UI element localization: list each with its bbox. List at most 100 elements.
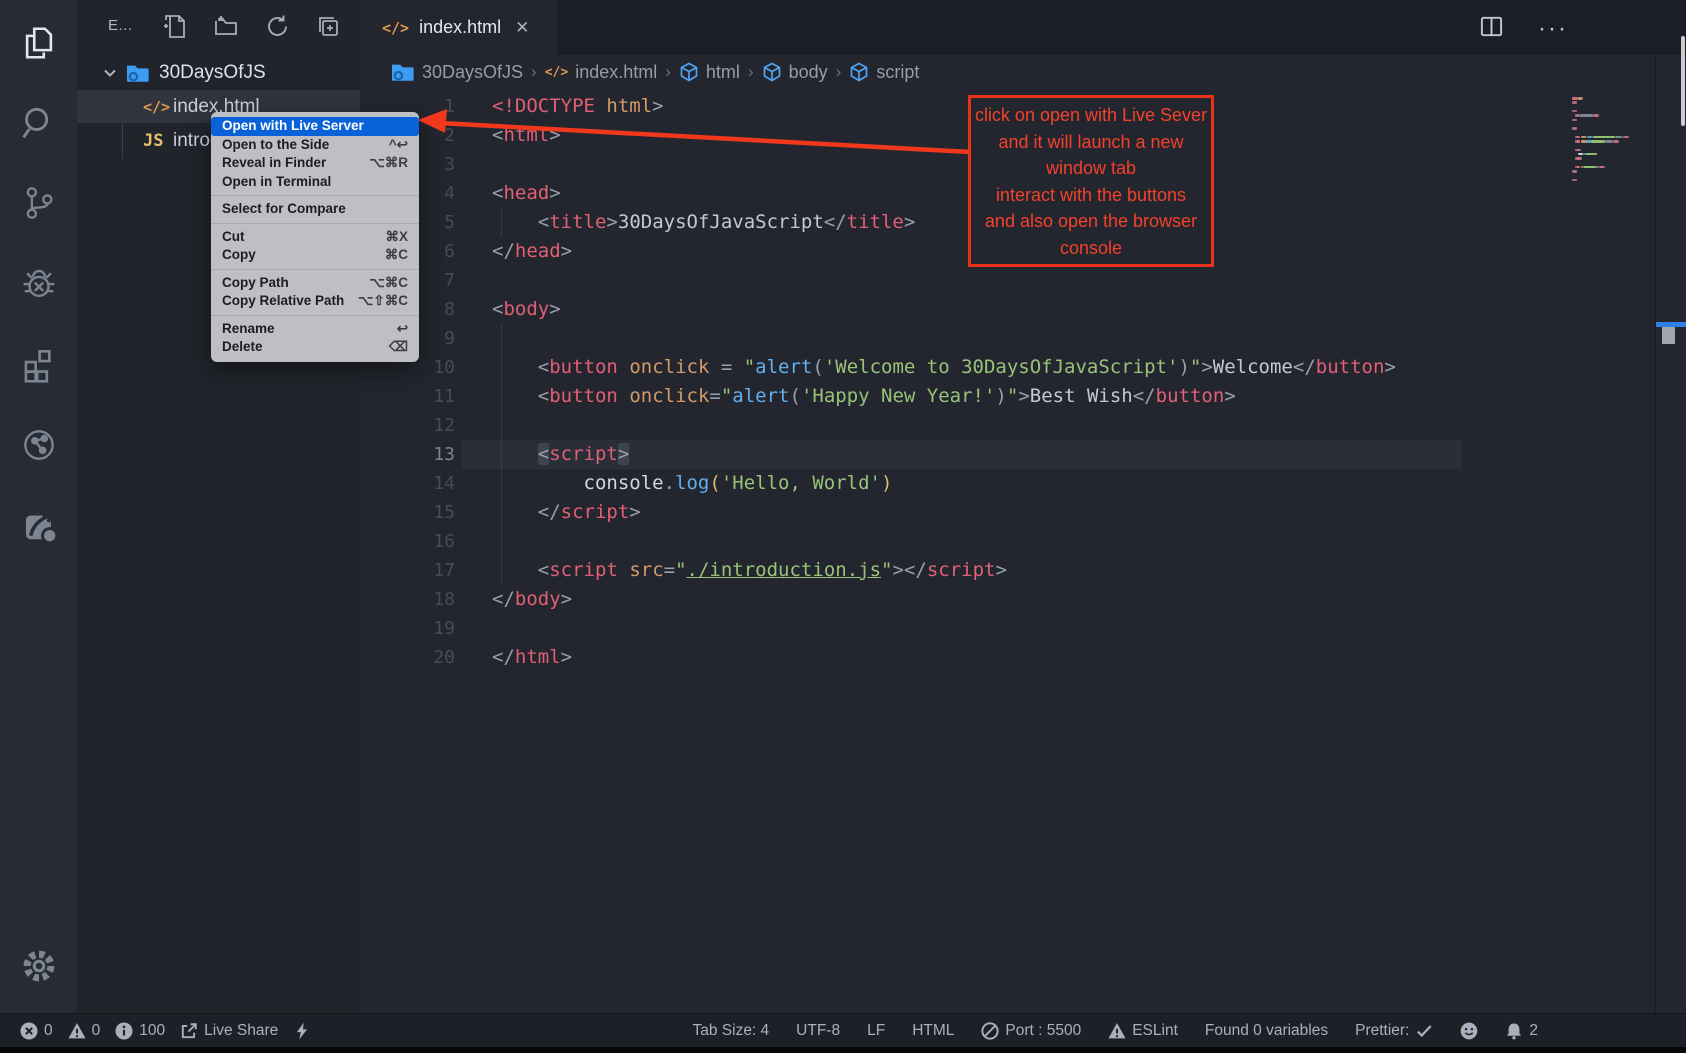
editor-line-13[interactable]: 13 <script>	[360, 440, 1686, 469]
chevron-down-icon	[101, 64, 119, 82]
status-item-0[interactable]: 0	[68, 1022, 101, 1040]
menu-item-rename[interactable]: Rename↩	[211, 320, 419, 339]
activity-bar	[0, 0, 77, 1013]
menu-item-shortcut: ⌘X	[385, 228, 408, 247]
code-text: <script>	[492, 440, 629, 469]
breadcrumb-item-script[interactable]: script	[849, 62, 919, 83]
tree-root-folder[interactable]: 30DaysOfJS	[77, 56, 360, 89]
symbol-icon	[762, 62, 782, 82]
editor-line-10[interactable]: 10 <button onclick = "alert('Welcome to …	[360, 353, 1686, 382]
publish-icon[interactable]	[0, 490, 77, 560]
source-control-icon[interactable]	[0, 168, 77, 238]
menu-item-reveal-in-finder[interactable]: Reveal in Finder⌥⌘R	[211, 154, 419, 173]
breadcrumb-item-html[interactable]: html	[679, 62, 740, 83]
annotation-text: and also open the browser	[971, 208, 1211, 235]
minimap[interactable]	[1570, 97, 1658, 217]
status-item-0[interactable]: 0	[20, 1022, 53, 1040]
more-actions-icon[interactable]: ···	[1538, 19, 1568, 39]
menu-item-cut[interactable]: Cut⌘X	[211, 228, 419, 247]
code-text: <!DOCTYPE html>	[492, 92, 664, 121]
menu-item-open-in-terminal[interactable]: Open in Terminal	[211, 173, 419, 192]
search-icon[interactable]	[0, 88, 77, 158]
breadcrumb-label: body	[789, 62, 828, 83]
status-item-html[interactable]: HTML	[912, 1022, 954, 1040]
collapse-all-icon[interactable]	[315, 13, 342, 45]
breadcrumb-item-30DaysOfJS[interactable]: 30DaysOfJS	[390, 61, 523, 83]
code-text: <button onclick = "alert('Welcome to 30D…	[492, 353, 1396, 382]
new-folder-icon[interactable]	[213, 13, 240, 45]
status-item-smiley[interactable]	[1460, 1022, 1478, 1040]
status-item-lf[interactable]: LF	[867, 1022, 885, 1040]
breadcrumb-item-body[interactable]: body	[762, 62, 828, 83]
editor-line-11[interactable]: 11 <button onclick="alert('Happy New Yea…	[360, 382, 1686, 411]
menu-item-shortcut: ↩	[397, 320, 408, 339]
tab-label: index.html	[419, 17, 501, 38]
menu-item-select-for-compare[interactable]: Select for Compare	[211, 200, 419, 219]
menu-item-copy-path[interactable]: Copy Path⌥⌘C	[211, 274, 419, 293]
annotation-box: click on open with Live Severand it will…	[968, 95, 1214, 267]
explorer-icon[interactable]	[0, 8, 77, 78]
extensions-icon[interactable]	[0, 330, 77, 400]
menu-item-shortcut: ⌫	[389, 338, 408, 357]
menu-item-copy[interactable]: Copy⌘C	[211, 246, 419, 265]
status-text: Found 0 variables	[1205, 1022, 1328, 1040]
code-text: <button onclick="alert('Happy New Year!'…	[492, 382, 1236, 411]
breadcrumb-item-index.html[interactable]: </>index.html	[545, 62, 658, 83]
status-item-bolt[interactable]	[293, 1022, 311, 1040]
indent-guide	[501, 208, 502, 237]
split-editor-icon[interactable]	[1479, 14, 1504, 44]
editor-line-7[interactable]: 7	[360, 266, 1686, 295]
close-icon[interactable]: ✕	[515, 18, 529, 38]
html-file-icon: </>	[382, 19, 409, 37]
js-file-icon: JS	[143, 131, 173, 151]
line-number: 12	[360, 411, 455, 440]
status-item-found-0-variables[interactable]: Found 0 variables	[1205, 1022, 1328, 1040]
menu-item-delete[interactable]: Delete⌫	[211, 338, 419, 357]
status-text: UTF-8	[796, 1022, 840, 1040]
line-number: 17	[360, 556, 455, 585]
editor-line-14[interactable]: 14 console.log('Hello, World')	[360, 469, 1686, 498]
editor-line-12[interactable]: 12	[360, 411, 1686, 440]
html-file-icon: </>	[143, 98, 173, 116]
live-share-icon[interactable]	[0, 410, 77, 480]
status-item-live-share[interactable]: Live Share	[180, 1022, 278, 1040]
menu-item-open-with-live-server[interactable]: Open with Live Server	[211, 117, 419, 136]
scrollbar-thumb[interactable]	[1662, 327, 1675, 344]
window-scrollbar[interactable]	[1681, 36, 1685, 126]
breadcrumb-separator: ›	[665, 62, 671, 82]
editor-line-17[interactable]: 17 <script src="./introduction.js"></scr…	[360, 556, 1686, 585]
editor-line-19[interactable]: 19	[360, 614, 1686, 643]
status-item-2[interactable]: 2	[1505, 1022, 1538, 1040]
refresh-icon[interactable]	[264, 13, 291, 45]
menu-item-open-to-the-side[interactable]: Open to the Side^↩	[211, 136, 419, 155]
status-item-tab-size-4[interactable]: Tab Size: 4	[692, 1022, 769, 1040]
status-text: HTML	[912, 1022, 954, 1040]
menu-item-label: Select for Compare	[222, 200, 346, 219]
menu-separator	[211, 223, 419, 224]
error-icon	[20, 1022, 38, 1040]
status-item-prettier-[interactable]: Prettier:	[1355, 1022, 1433, 1040]
menu-item-copy-relative-path[interactable]: Copy Relative Path⌥⇧⌘C	[211, 292, 419, 311]
annotation-text: console	[971, 235, 1211, 262]
tab-index-html[interactable]: </> index.html ✕	[360, 0, 557, 55]
editor-line-16[interactable]: 16	[360, 527, 1686, 556]
status-item-100[interactable]: 100	[115, 1022, 165, 1040]
code-text: </html>	[492, 643, 572, 672]
editor-line-9[interactable]: 9	[360, 324, 1686, 353]
status-text: Live Share	[204, 1022, 278, 1040]
editor-line-18[interactable]: 18</body>	[360, 585, 1686, 614]
editor-line-20[interactable]: 20</html>	[360, 643, 1686, 672]
code-text: <title>30DaysOfJavaScript</title>	[492, 208, 915, 237]
editor-line-15[interactable]: 15 </script>	[360, 498, 1686, 527]
debug-icon[interactable]	[0, 249, 77, 319]
editor-line-8[interactable]: 8<body>	[360, 295, 1686, 324]
settings-gear-icon[interactable]	[0, 940, 77, 992]
menu-item-shortcut: ⌥⇧⌘C	[358, 292, 408, 311]
status-item-port-5500[interactable]: Port : 5500	[981, 1022, 1081, 1040]
status-item-eslint[interactable]: ESLint	[1108, 1022, 1178, 1040]
new-file-icon[interactable]	[162, 13, 189, 45]
line-number: 13	[360, 440, 455, 469]
menu-separator	[211, 195, 419, 196]
status-item-utf-8[interactable]: UTF-8	[796, 1022, 840, 1040]
line-number: 18	[360, 585, 455, 614]
